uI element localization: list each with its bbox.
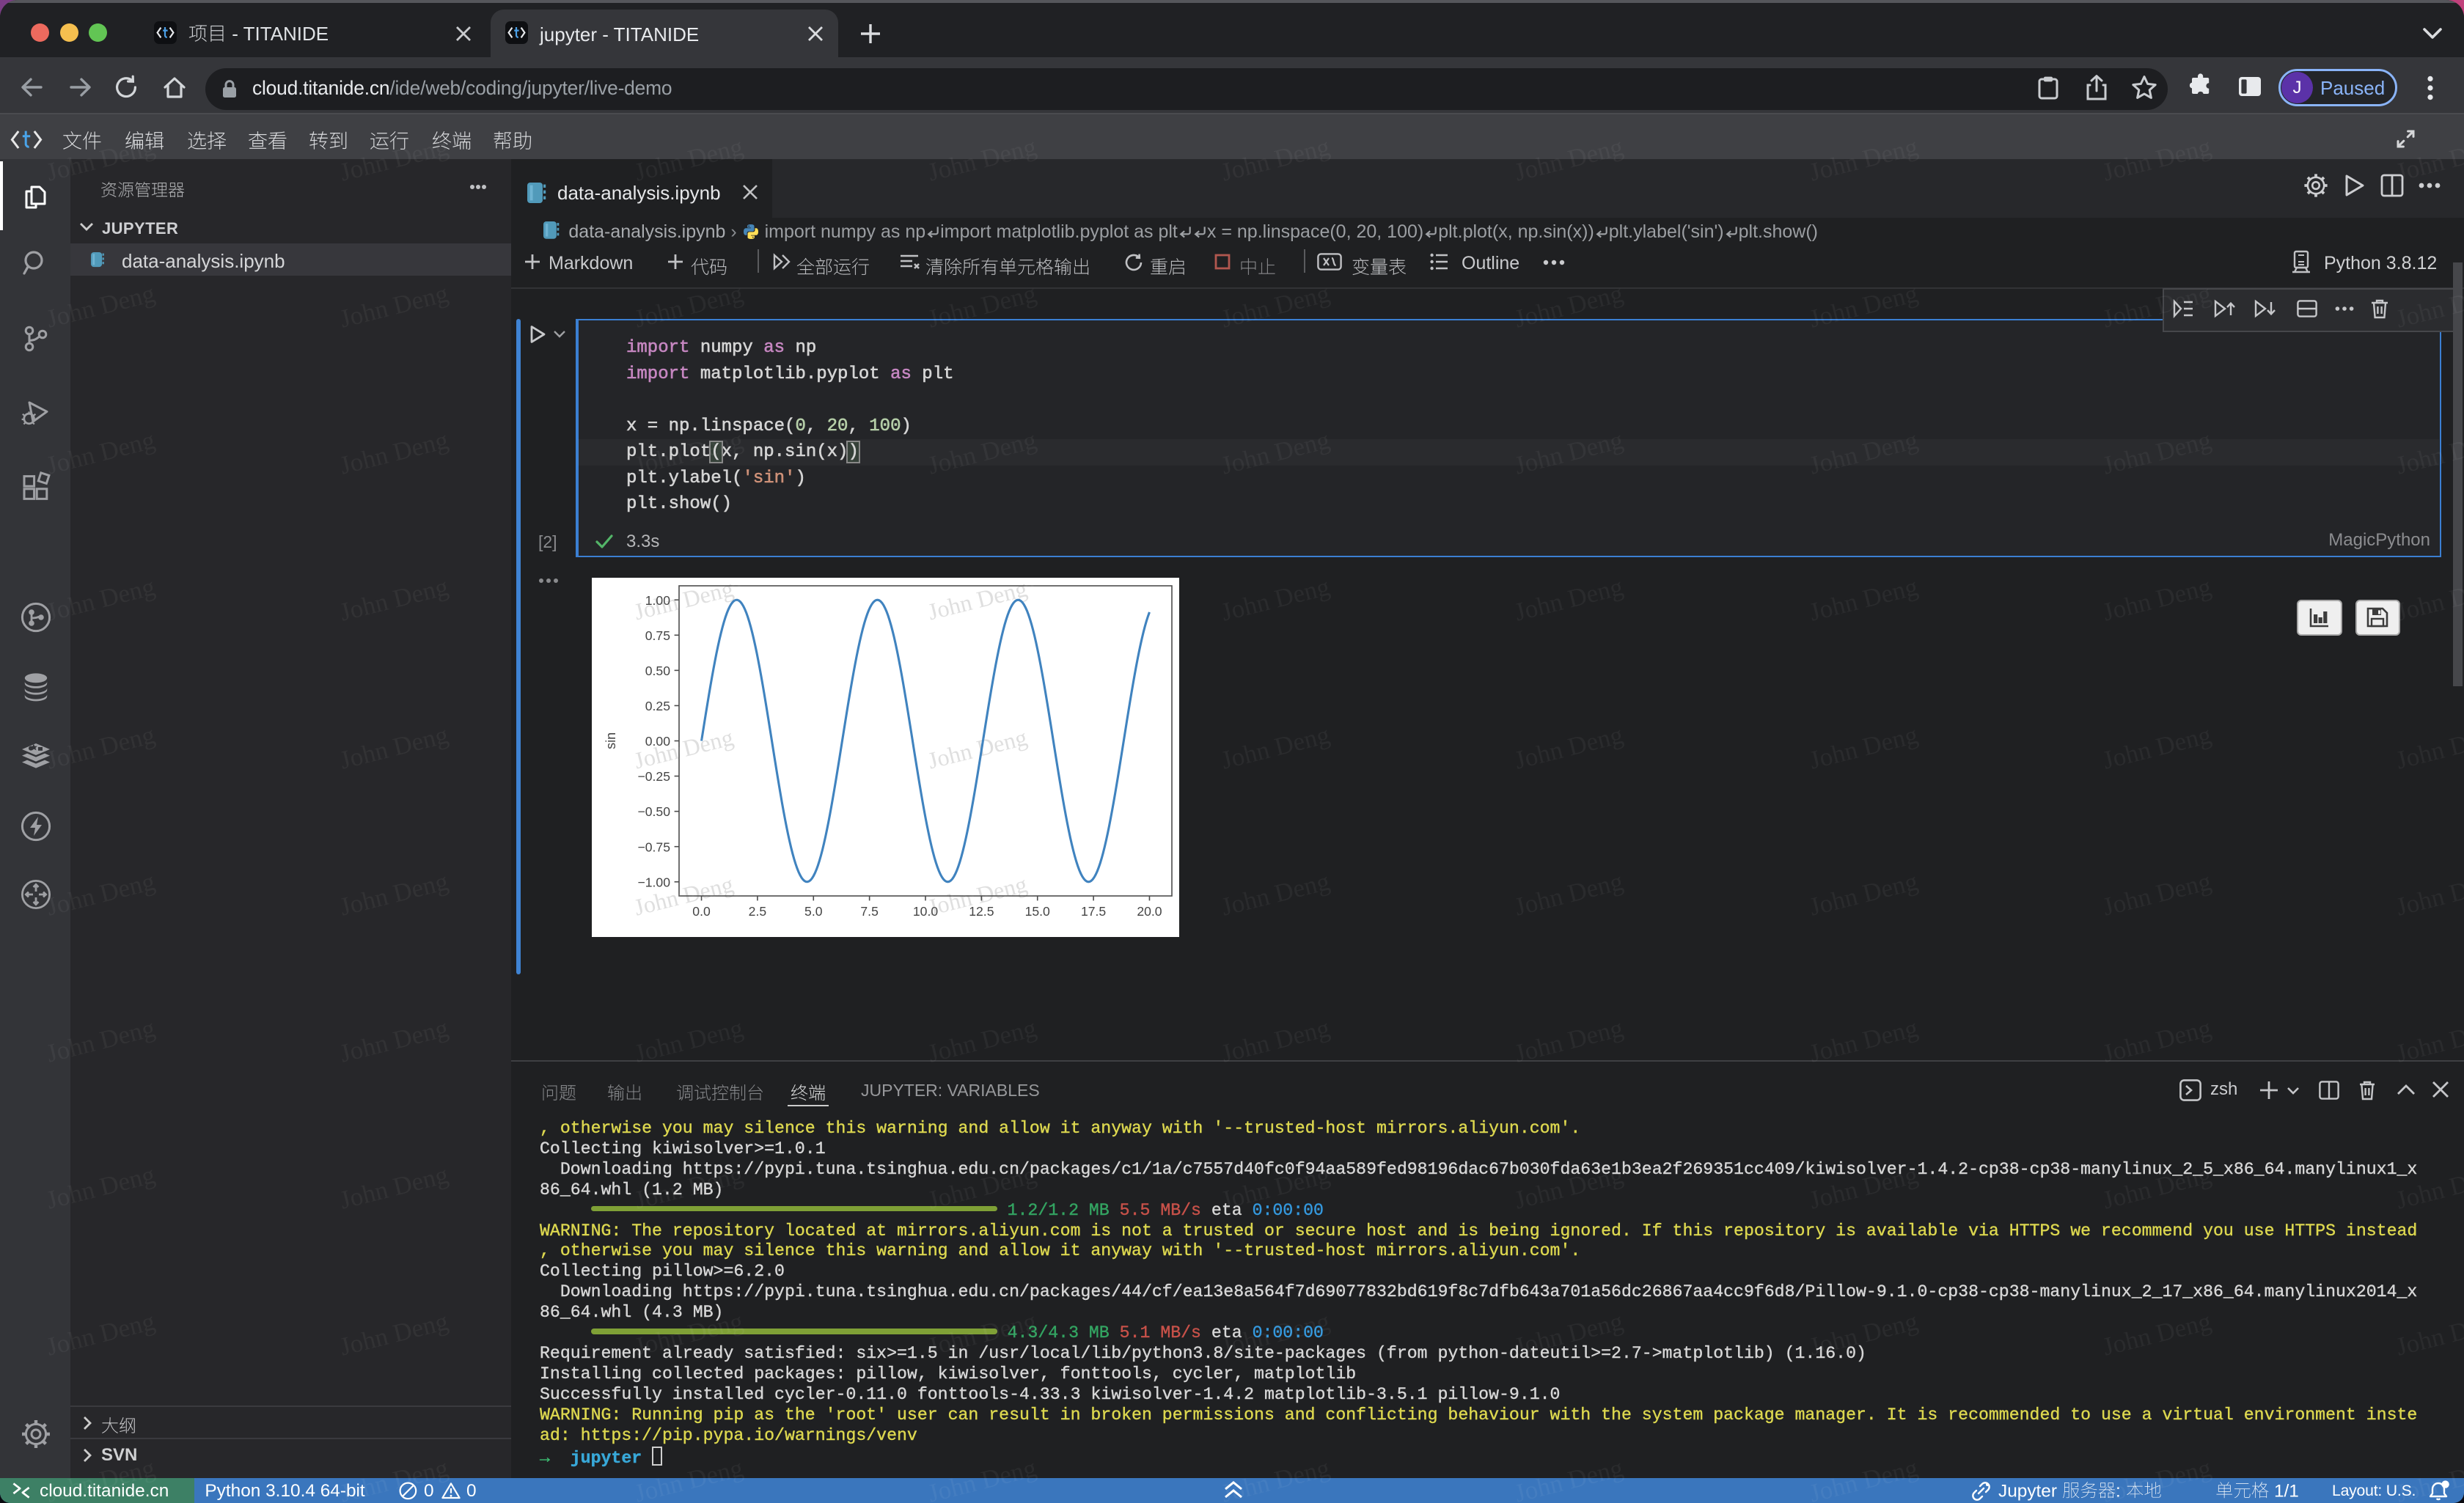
svg-text:12.5: 12.5 [969,904,994,919]
svg-text:1.00: 1.00 [645,593,670,608]
svg-text:5.0: 5.0 [804,904,823,919]
svg-text:−0.25: −0.25 [637,769,670,784]
svg-text:0.75: 0.75 [645,628,670,643]
svg-text:2.5: 2.5 [749,904,767,919]
svg-text:0.0: 0.0 [692,904,711,919]
svg-text:0.00: 0.00 [645,734,670,749]
svg-text:17.5: 17.5 [1081,904,1106,919]
svg-text:−0.50: −0.50 [637,804,670,819]
svg-text:20.0: 20.0 [1137,904,1162,919]
svg-text:0.50: 0.50 [645,664,670,678]
svg-text:sin: sin [604,732,618,749]
svg-text:10.0: 10.0 [913,904,938,919]
svg-text:7.5: 7.5 [860,904,879,919]
svg-text:15.0: 15.0 [1025,904,1050,919]
svg-text:0.25: 0.25 [645,699,670,713]
svg-text:−0.75: −0.75 [637,839,670,854]
svg-text:−1.00: −1.00 [637,875,670,889]
